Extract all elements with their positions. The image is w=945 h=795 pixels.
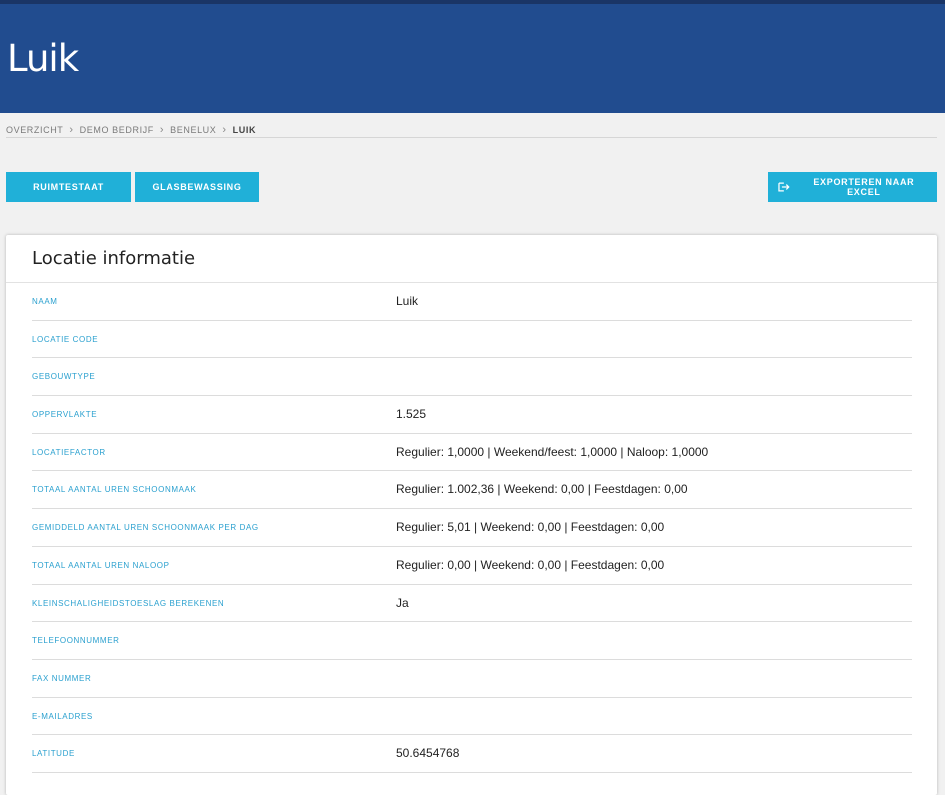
field-label: GEMIDDELD AANTAL UREN SCHOONMAAK PER DAG xyxy=(32,523,259,533)
page-title: Luik xyxy=(7,37,79,80)
location-info-card: Locatie informatie NAAM Luik LOCATIE COD… xyxy=(6,235,937,795)
field-label: LOCATIEFACTOR xyxy=(32,447,106,457)
page-header: Luik xyxy=(0,4,945,113)
ruimtestaat-button[interactable]: RUIMTESTAAT xyxy=(6,172,131,202)
breadcrumb-current: LUIK xyxy=(232,124,257,135)
field-row-totaal-uren-schoonmaak: TOTAAL AANTAL UREN SCHOONMAAK Regulier: … xyxy=(32,471,912,510)
chevron-right-icon: › xyxy=(69,123,74,136)
field-row-totaal-uren-naloop: TOTAAL AANTAL UREN NALOOP Regulier: 0,00… xyxy=(32,547,912,585)
field-value: Regulier: 1.002,36 | Weekend: 0,00 | Fee… xyxy=(396,482,688,497)
breadcrumb-item-demo-bedrijf[interactable]: DEMO BEDRIJF xyxy=(80,125,154,135)
field-list: NAAM Luik LOCATIE CODE GEBOUWTYPE OPPERV… xyxy=(32,283,912,773)
field-label: KLEINSCHALIGHEIDSTOESLAG BEREKENEN xyxy=(32,598,225,608)
breadcrumb: OVERZICHT › DEMO BEDRIJF › BENELUX › LUI… xyxy=(6,122,937,138)
card-title: Locatie informatie xyxy=(32,248,196,269)
export-excel-label: EXPORTEREN NAAR EXCEL xyxy=(813,177,915,197)
field-label: TELEFOONNUMMER xyxy=(32,636,120,646)
field-row-latitude: LATITUDE 50.6454768 xyxy=(32,735,912,773)
field-row-fax-nummer: FAX NUMMER xyxy=(32,660,912,698)
field-row-locatiefactor: LOCATIEFACTOR Regulier: 1,0000 | Weekend… xyxy=(32,434,912,472)
breadcrumb-item-benelux[interactable]: BENELUX xyxy=(170,125,216,135)
field-value: 1.525 xyxy=(396,407,427,422)
field-row-gebouwtype: GEBOUWTYPE xyxy=(32,358,912,397)
field-row-kleinschaligheidstoeslag: KLEINSCHALIGHEIDSTOESLAG BEREKENEN Ja xyxy=(32,585,912,623)
field-value: 50.6454768 xyxy=(396,746,460,761)
field-value: Luik xyxy=(396,294,419,308)
field-label: E-MAILADRES xyxy=(32,711,93,721)
field-row-naam: NAAM Luik xyxy=(32,283,912,321)
export-excel-button[interactable]: EXPORTEREN NAAR EXCEL xyxy=(768,172,937,202)
field-value: Regulier: 5,01 | Weekend: 0,00 | Feestda… xyxy=(396,520,665,535)
field-label: LATITUDE xyxy=(32,749,75,759)
field-label: OPPERVLAKTE xyxy=(32,410,98,420)
field-value: Regulier: 1,0000 | Weekend/feest: 1,0000… xyxy=(396,444,709,459)
chevron-right-icon: › xyxy=(222,123,227,136)
field-label: TOTAAL AANTAL UREN SCHOONMAAK xyxy=(32,485,197,495)
field-row-oppervlakte: OPPERVLAKTE 1.525 xyxy=(32,396,912,434)
field-row-telefoonnummer: TELEFOONNUMMER xyxy=(32,622,912,660)
field-row-e-mailadres: E-MAILADRES xyxy=(32,698,912,736)
field-value: Ja xyxy=(396,595,409,610)
field-label: LOCATIE CODE xyxy=(32,334,99,344)
field-label: FAX NUMMER xyxy=(32,673,92,683)
chevron-right-icon: › xyxy=(159,123,165,136)
field-row-gemiddeld-uren-per-dag: GEMIDDELD AANTAL UREN SCHOONMAAK PER DAG… xyxy=(32,509,912,547)
field-label: NAAM xyxy=(32,297,58,306)
field-label: GEBOUWTYPE xyxy=(32,372,96,382)
glasbewassing-button[interactable]: GLASBEWASSING xyxy=(135,172,259,202)
field-label: TOTAAL AANTAL UREN NALOOP xyxy=(32,560,170,570)
export-icon xyxy=(778,182,790,192)
breadcrumb-item-overzicht[interactable]: OVERZICHT xyxy=(6,125,63,135)
field-row-locatie-code: LOCATIE CODE xyxy=(32,321,912,359)
field-value: Regulier: 0,00 | Weekend: 0,00 | Feestda… xyxy=(396,557,665,572)
